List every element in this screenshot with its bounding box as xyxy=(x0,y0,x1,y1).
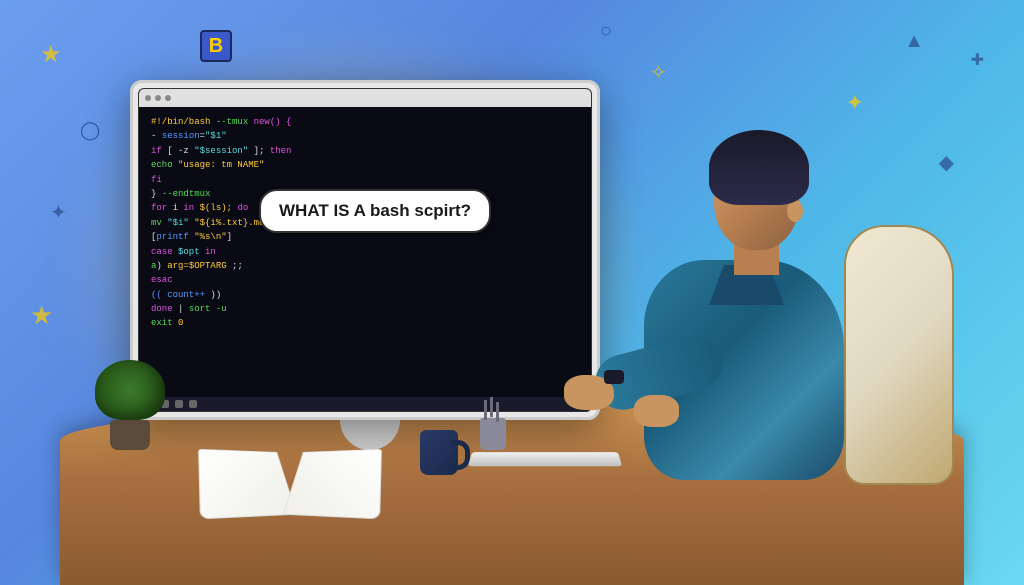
code-line: fi xyxy=(151,173,579,187)
code-line: if [ -z "$session" ]; then xyxy=(151,144,579,158)
code-line: #!/bin/bash --tmux new() { xyxy=(151,115,579,129)
keyboard xyxy=(468,452,622,466)
star-icon: ✧ xyxy=(650,60,667,85)
window-control-icon xyxy=(155,95,161,101)
square-icon: ◆ xyxy=(939,150,954,175)
code-line: exit 0 xyxy=(151,316,579,330)
window-titlebar xyxy=(139,89,591,107)
triangle-icon: ▲ xyxy=(904,30,924,53)
code-line: (( count++ )) xyxy=(151,288,579,302)
code-line: done | sort -u xyxy=(151,302,579,316)
computer-monitor: #!/bin/bash --tmux new() { - session="$1… xyxy=(130,80,600,420)
pencil-holder xyxy=(480,418,506,450)
monitor-screen: #!/bin/bash --tmux new() { - session="$1… xyxy=(138,88,592,412)
code-line: - session="$1" xyxy=(151,129,579,143)
coffee-mug xyxy=(420,430,458,475)
code-line: a) arg=$OPTARG ;; xyxy=(151,259,579,273)
code-line: case $opt in xyxy=(151,245,579,259)
speech-bubble: WHAT IS A bash scpirt? xyxy=(259,189,491,233)
taskbar-icon xyxy=(189,400,197,408)
os-taskbar xyxy=(139,397,591,411)
open-notebook xyxy=(200,440,380,530)
code-line: esac xyxy=(151,273,579,287)
window-control-icon xyxy=(165,95,171,101)
code-line: echo "usage: tm NAME" xyxy=(151,158,579,172)
taskbar-icon xyxy=(175,400,183,408)
badge-letter: B xyxy=(209,35,223,58)
window-control-icon xyxy=(145,95,151,101)
sparkle-icon: ✦ xyxy=(846,90,864,116)
b-badge-icon: B xyxy=(200,30,232,62)
plus-icon: ✚ xyxy=(971,50,984,70)
speech-bubble-text: WHAT IS A bash scpirt? xyxy=(279,201,471,220)
desk-plant xyxy=(95,360,165,450)
person-at-desk xyxy=(614,115,874,495)
